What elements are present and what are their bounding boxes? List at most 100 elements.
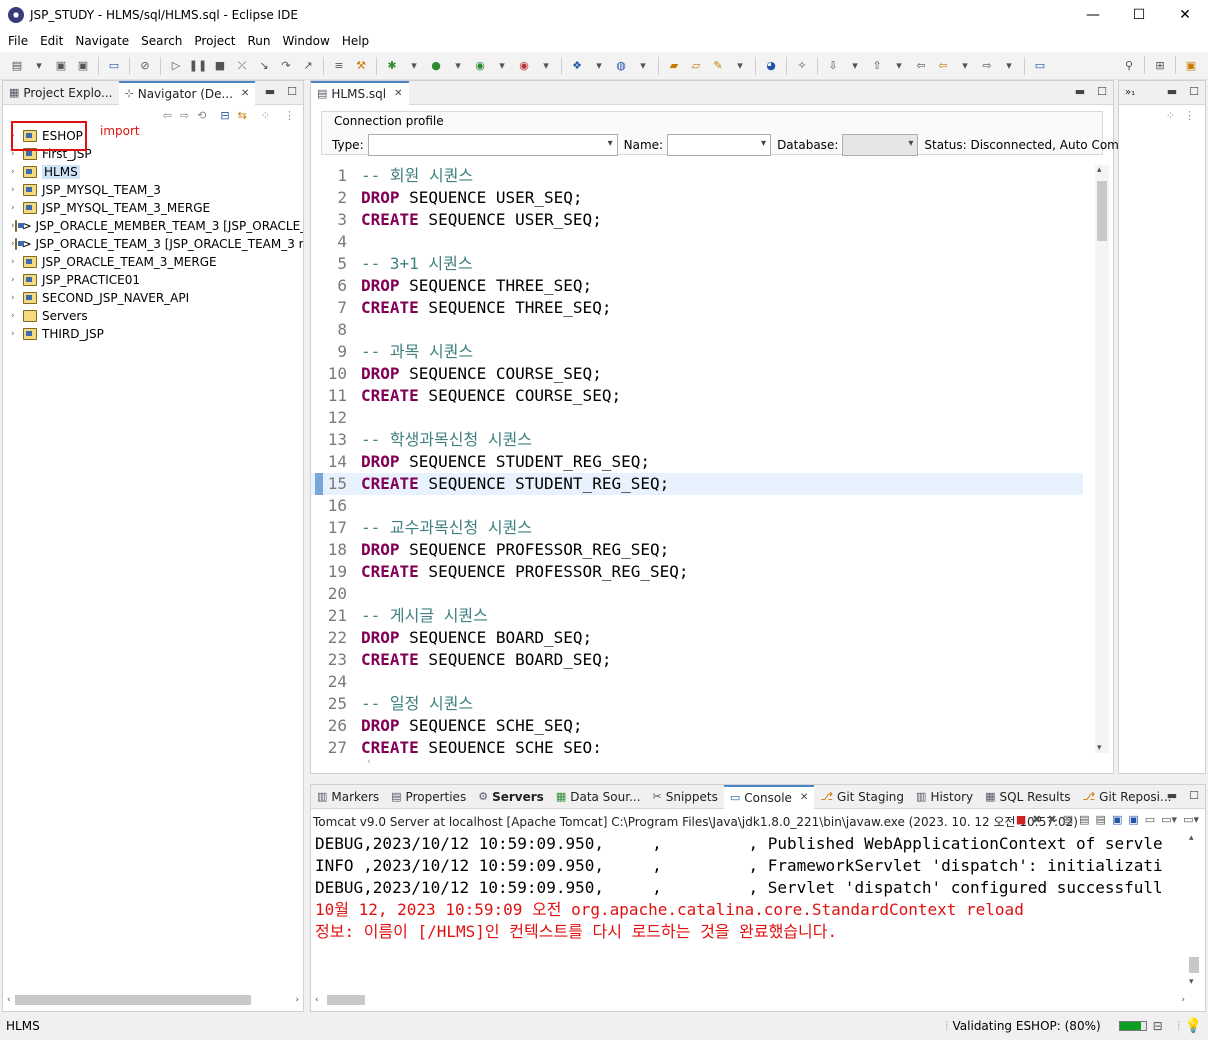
code-line[interactable]: 20: [311, 583, 1083, 605]
minimize-icon[interactable]: ▬: [265, 85, 275, 98]
tab-git-staging[interactable]: ⎇ Git Staging: [814, 785, 910, 809]
code-line[interactable]: 27 CREATE SEQUENCE SCHE_SEQ;: [311, 737, 1083, 753]
tree-item[interactable]: › JSP_PRACTICE01: [3, 271, 303, 289]
code-line[interactable]: 5 -- 3+1 시퀀스: [311, 253, 1083, 275]
code-line[interactable]: 14 DROP SEQUENCE STUDENT_REG_SEQ;: [311, 451, 1083, 473]
terminal-icon[interactable]: ▭: [105, 57, 123, 75]
chevron-right-icon[interactable]: ›: [11, 275, 23, 285]
tab-sql-results[interactable]: ▦ SQL Results: [979, 785, 1076, 809]
chevron-right-icon[interactable]: ›: [11, 203, 23, 213]
chevron-right-icon[interactable]: ›: [11, 167, 23, 177]
java-ee-perspective-icon[interactable]: ▣: [1182, 56, 1200, 74]
chevron-right-icon[interactable]: ›: [11, 185, 23, 195]
step-into-icon[interactable]: ↘: [255, 57, 273, 75]
tab-navigator[interactable]: ⊹ Navigator (De... ✕: [118, 80, 256, 105]
scroll-thumb[interactable]: [1189, 957, 1199, 973]
filter-icon[interactable]: ⁘: [261, 109, 270, 122]
resume-icon[interactable]: ▷: [167, 57, 185, 75]
progress-view-icon[interactable]: ⊟: [1153, 1019, 1163, 1033]
menu-help[interactable]: Help: [336, 30, 375, 52]
close-icon[interactable]: ✕: [241, 88, 249, 99]
code-line[interactable]: 13 -- 학생과목신청 시퀀스: [311, 429, 1083, 451]
tab-servers[interactable]: ⚙ Servers: [472, 785, 550, 809]
tree-item[interactable]: › > JSP_ORACLE_TEAM_3 [JSP_ORACLE_TEAM_3 …: [3, 235, 303, 253]
coverage-icon[interactable]: ◉: [471, 57, 489, 75]
minimize-icon[interactable]: ▬: [1167, 789, 1177, 802]
disconnect-icon[interactable]: ⤫: [233, 57, 251, 75]
code-line[interactable]: 8: [311, 319, 1083, 341]
tab-console[interactable]: ▭ Console ✕: [723, 784, 815, 809]
code-line[interactable]: 25 -- 일정 시퀀스: [311, 693, 1083, 715]
tab-project-explorer[interactable]: ▦ Project Explo...: [3, 81, 119, 105]
scroll-lock-icon[interactable]: ▤: [1079, 813, 1089, 826]
maximize-icon[interactable]: ☐: [1189, 789, 1199, 802]
show-stdout-icon[interactable]: ▣: [1112, 813, 1122, 826]
close-icon[interactable]: ✕: [800, 792, 808, 803]
code-line[interactable]: 17 -- 교수과목신청 시퀀스: [311, 517, 1083, 539]
scroll-down-icon[interactable]: ▾: [1189, 977, 1194, 987]
scroll-left-icon[interactable]: ‹: [7, 995, 11, 1005]
dropdown-icon[interactable]: ▾: [590, 57, 608, 75]
code-line[interactable]: 4: [311, 231, 1083, 253]
tree-item[interactable]: › JSP_MYSQL_TEAM_3_MERGE: [3, 199, 303, 217]
scroll-up-icon[interactable]: ▴: [1097, 165, 1102, 175]
code-line[interactable]: 12: [311, 407, 1083, 429]
minimize-icon[interactable]: ▬: [1167, 85, 1177, 98]
scroll-right-icon[interactable]: ›: [1181, 995, 1185, 1005]
scroll-down-icon[interactable]: ▾: [1097, 743, 1102, 753]
maximize-icon[interactable]: ☐: [287, 85, 297, 98]
terminate-icon[interactable]: ■: [1016, 813, 1026, 826]
up-icon[interactable]: ⟲: [197, 109, 206, 122]
menu-run[interactable]: Run: [241, 30, 276, 52]
run-icon[interactable]: ●: [427, 57, 445, 75]
name-select[interactable]: ▾: [667, 134, 772, 156]
menu-project[interactable]: Project: [188, 30, 241, 52]
tab-outline[interactable]: »₁: [1119, 81, 1141, 105]
minimize-button[interactable]: —: [1070, 0, 1116, 30]
tab-data-source[interactable]: ▦ Data Sour...: [550, 785, 647, 809]
open-task-icon[interactable]: ▱: [687, 57, 705, 75]
search-tool-icon[interactable]: ✎: [709, 57, 727, 75]
code-line[interactable]: 23 CREATE SEQUENCE BOARD_SEQ;: [311, 649, 1083, 671]
save-all-icon[interactable]: ▣: [74, 57, 92, 75]
code-line[interactable]: 2 DROP SEQUENCE USER_SEQ;: [311, 187, 1083, 209]
collapse-all-icon[interactable]: ⊟: [220, 109, 229, 122]
dropdown-icon[interactable]: ▾: [846, 57, 864, 75]
menu-navigate[interactable]: Navigate: [69, 30, 135, 52]
code-area[interactable]: 1 -- 회원 시퀀스 2 DROP SEQUENCE USER_SEQ; 3 CREAT…: [311, 165, 1083, 753]
view-menu-icon[interactable]: ⋮: [284, 109, 295, 122]
tip-bulb-icon[interactable]: 💡: [1185, 1018, 1202, 1034]
tree-item[interactable]: › JSP_ORACLE_TEAM_3_MERGE: [3, 253, 303, 271]
search-icon[interactable]: ⚲: [1120, 56, 1138, 74]
last-edit-icon[interactable]: ⇦: [912, 57, 930, 75]
new-class-icon[interactable]: ◍: [612, 57, 630, 75]
dropdown-icon[interactable]: ▾: [30, 57, 48, 75]
refactor-icon[interactable]: ⚒: [352, 57, 370, 75]
code-line[interactable]: 24: [311, 671, 1083, 693]
globe-icon[interactable]: ◕: [762, 57, 780, 75]
dropdown-icon[interactable]: ▾: [493, 57, 511, 75]
forward-icon[interactable]: ⇨: [978, 57, 996, 75]
dropdown-icon[interactable]: ▾: [634, 57, 652, 75]
progress-bar[interactable]: [1118, 1021, 1147, 1031]
chevron-right-icon[interactable]: ›: [11, 257, 23, 267]
tree-item[interactable]: › SECOND_JSP_NAVER_API: [3, 289, 303, 307]
save-icon[interactable]: ▣: [52, 57, 70, 75]
code-line[interactable]: 26 DROP SEQUENCE SCHE_SEQ;: [311, 715, 1083, 737]
tab-properties[interactable]: ▤ Properties: [385, 785, 472, 809]
new-server-icon[interactable]: ❖: [568, 57, 586, 75]
menu-search[interactable]: Search: [135, 30, 188, 52]
dropdown-icon[interactable]: ▾: [890, 57, 908, 75]
chevron-right-icon[interactable]: ›: [11, 293, 23, 303]
word-wrap-icon[interactable]: ≡: [330, 57, 348, 75]
link-editor-icon[interactable]: ⇆: [238, 109, 247, 122]
dropdown-icon[interactable]: ▾: [537, 57, 555, 75]
tree-item[interactable]: › JSP_MYSQL_TEAM_3: [3, 181, 303, 199]
close-button[interactable]: ✕: [1162, 0, 1208, 30]
view-menu-icon[interactable]: ⋮: [1184, 109, 1195, 122]
word-wrap-icon[interactable]: ▤: [1096, 813, 1106, 826]
database-select[interactable]: ▾: [842, 134, 919, 156]
step-return-icon[interactable]: ↗: [299, 57, 317, 75]
next-annotation-icon[interactable]: ⇩: [824, 57, 842, 75]
external-tools-icon[interactable]: ◉: [515, 57, 533, 75]
